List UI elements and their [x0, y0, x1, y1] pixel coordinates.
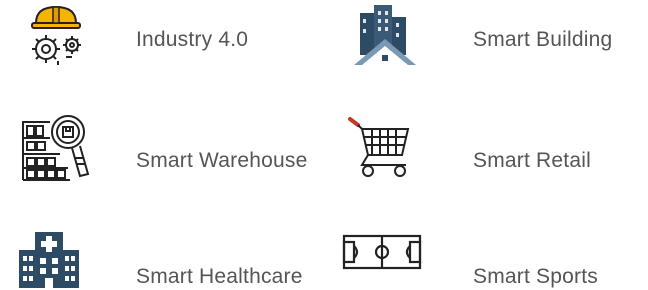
item-label-warehouse: Smart Warehouse [136, 149, 308, 172]
hospital-icon [17, 226, 81, 288]
worker-helmet-gears-icon [22, 3, 90, 67]
item-label-sports: Smart Sports [473, 265, 598, 288]
shopping-cart-icon [346, 115, 412, 179]
city-buildings-icon [352, 3, 418, 67]
warehouse-magnifier-icon [20, 112, 92, 184]
item-label-retail: Smart Retail [473, 149, 591, 172]
item-label-industry: Industry 4.0 [136, 28, 249, 51]
item-label-healthcare: Smart Healthcare [136, 265, 303, 288]
item-label-building: Smart Building [473, 28, 613, 51]
soccer-field-icon [342, 234, 422, 270]
